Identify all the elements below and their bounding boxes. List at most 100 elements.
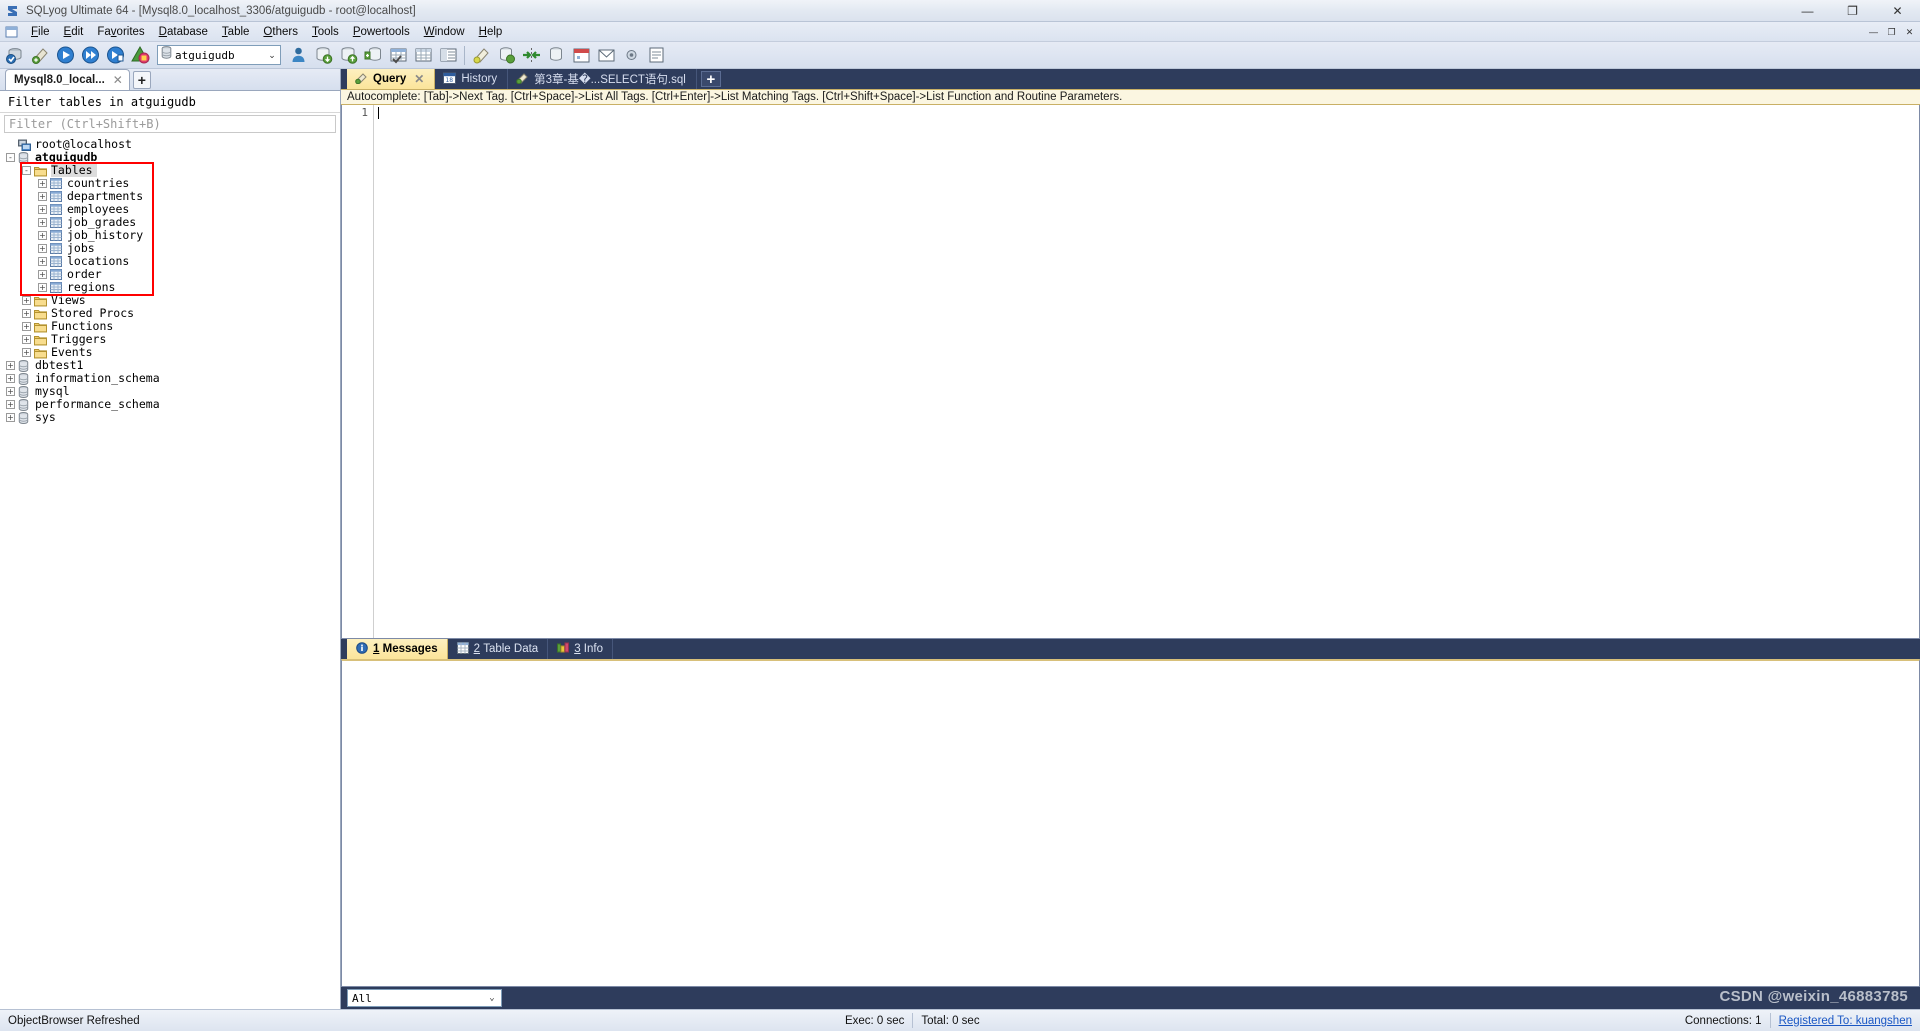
create-table-icon[interactable] <box>386 44 410 67</box>
editor-gutter: 1 <box>342 105 374 638</box>
expand-expander-icon[interactable]: + <box>22 322 31 331</box>
chevron-down-icon[interactable]: ⌄ <box>485 993 499 1003</box>
sql-editor[interactable]: 1 <box>341 105 1920 639</box>
tree-node-locations[interactable]: + locations <box>0 255 340 268</box>
results-filter-select[interactable]: All ⌄ <box>347 989 502 1007</box>
database-icon <box>18 411 31 424</box>
expand-expander-icon[interactable]: + <box>22 309 31 318</box>
close-icon[interactable]: ✕ <box>414 72 424 86</box>
tree-node-countries[interactable]: + countries <box>0 177 340 190</box>
schema-sync-icon[interactable] <box>544 44 568 67</box>
menu-others[interactable]: Others <box>256 24 305 40</box>
close-icon[interactable]: ✕ <box>111 73 125 87</box>
expand-expander-icon[interactable]: + <box>6 387 15 396</box>
sync-data-icon[interactable] <box>519 44 543 67</box>
editor-text-area[interactable] <box>374 105 1919 638</box>
menu-edit[interactable]: Edit <box>57 24 91 40</box>
table-data-icon[interactable] <box>411 44 435 67</box>
tab-query[interactable]: Query ✕ <box>347 69 436 89</box>
menu-database[interactable]: Database <box>152 24 215 40</box>
manage-indexes-icon[interactable] <box>436 44 460 67</box>
expand-expander-icon[interactable]: + <box>6 413 15 422</box>
expand-expander-icon[interactable]: + <box>38 205 47 214</box>
tree-node-list: - atguigudb - Tables + countries + departments +… <box>0 151 340 424</box>
collapse-expander-icon[interactable]: - <box>22 166 31 175</box>
tab-info[interactable]: 3 Info <box>548 639 613 659</box>
tree-node-label: sys <box>35 410 56 424</box>
tree-node-tables[interactable]: - Tables <box>0 164 340 177</box>
query-builder-icon[interactable] <box>469 44 493 67</box>
tab-sql-file[interactable]: 第3章-基�...SELECT语句.sql <box>508 69 697 89</box>
restore-database-icon[interactable] <box>336 44 360 67</box>
mdi-minimize-button[interactable]: — <box>1865 24 1882 40</box>
database-selector[interactable]: atguigudb ⌄ <box>157 45 281 65</box>
folder-icon <box>34 321 47 333</box>
menu-file[interactable]: FFileile <box>24 24 57 40</box>
expand-expander-icon[interactable]: + <box>22 348 31 357</box>
import-external-data-icon[interactable] <box>361 44 385 67</box>
filter-placeholder: Filter (Ctrl+Shift+B) <box>9 117 161 131</box>
menu-help[interactable]: Help <box>472 24 510 40</box>
expand-expander-icon[interactable]: + <box>38 231 47 240</box>
tree-node-departments[interactable]: + departments <box>0 190 340 203</box>
menu-powertools[interactable]: Powertools <box>346 24 417 40</box>
collapse-expander-icon[interactable]: - <box>6 153 15 162</box>
menu-table[interactable]: Table <box>215 24 257 40</box>
object-tree[interactable]: root@localhost - atguigudb - Tables + countri… <box>0 136 340 1009</box>
schema-designer-icon[interactable] <box>494 44 518 67</box>
menu-tools[interactable]: Tools <box>305 24 346 40</box>
tree-node-job-history[interactable]: + job_history <box>0 229 340 242</box>
mdi-system-icon[interactable] <box>4 25 20 39</box>
expand-expander-icon[interactable]: + <box>38 244 47 253</box>
preferences-icon[interactable] <box>619 44 643 67</box>
new-connection-icon[interactable] <box>3 44 27 67</box>
expand-expander-icon[interactable]: + <box>6 400 15 409</box>
expand-expander-icon[interactable]: + <box>22 296 31 305</box>
table-icon <box>50 190 63 203</box>
mdi-restore-button[interactable]: ❐ <box>1883 24 1900 40</box>
tree-node-employees[interactable]: + employees <box>0 203 340 216</box>
chevron-down-icon[interactable]: ⌄ <box>264 50 280 61</box>
stop-query-icon[interactable] <box>128 44 152 67</box>
grid-icon <box>456 641 469 657</box>
tree-node-job-grades[interactable]: + job_grades <box>0 216 340 229</box>
results-tab-bar: 1 Messages 2 Table Data 3 Info <box>341 639 1920 659</box>
menu-window[interactable]: Window <box>417 24 472 40</box>
refresh-object-browser-icon[interactable] <box>28 44 52 67</box>
expand-expander-icon[interactable]: + <box>38 192 47 201</box>
expand-expander-icon[interactable]: + <box>6 374 15 383</box>
expand-expander-icon[interactable]: + <box>38 283 47 292</box>
expand-expander-icon[interactable]: + <box>6 361 15 370</box>
tree-node-jobs[interactable]: + jobs <box>0 242 340 255</box>
database-selector-value: atguigudb <box>175 48 235 62</box>
close-button[interactable]: ✕ <box>1875 0 1920 22</box>
add-connection-tab-button[interactable]: + <box>132 71 151 89</box>
connection-tab[interactable]: Mysql8.0_local... ✕ <box>5 69 130 90</box>
user-manager-icon[interactable] <box>286 44 310 67</box>
tab-history[interactable]: 18 History <box>435 69 509 89</box>
add-query-tab-button[interactable]: + <box>700 71 721 88</box>
status-registered-link[interactable]: Registered To: kuangshen <box>1771 1015 1920 1027</box>
tab-table-data[interactable]: 2 Table Data <box>447 639 549 659</box>
backup-database-icon[interactable] <box>311 44 335 67</box>
expand-expander-icon[interactable]: + <box>38 179 47 188</box>
tab-messages[interactable]: 1 Messages <box>347 639 448 659</box>
sql-formatter-icon[interactable] <box>644 44 668 67</box>
results-footer: All ⌄ <box>341 987 1920 1009</box>
execute-query-icon[interactable] <box>53 44 77 67</box>
execute-query-new-tab-icon[interactable] <box>103 44 127 67</box>
execute-all-queries-icon[interactable] <box>78 44 102 67</box>
expand-expander-icon[interactable]: + <box>38 218 47 227</box>
expand-expander-icon[interactable]: + <box>22 335 31 344</box>
expand-expander-icon[interactable]: + <box>38 270 47 279</box>
expand-expander-icon[interactable]: + <box>38 257 47 266</box>
notification-icon[interactable] <box>594 44 618 67</box>
scheduled-backup-icon[interactable] <box>569 44 593 67</box>
menu-favorites[interactable]: Favorites <box>90 24 151 40</box>
filter-input[interactable]: Filter (Ctrl+Shift+B) <box>4 115 336 133</box>
tree-node-order[interactable]: + order <box>0 268 340 281</box>
tree-node-sys[interactable]: + sys <box>0 411 340 424</box>
mdi-close-button[interactable]: ✕ <box>1901 24 1918 40</box>
maximize-button[interactable]: ❐ <box>1830 0 1875 22</box>
minimize-button[interactable]: — <box>1785 0 1830 22</box>
